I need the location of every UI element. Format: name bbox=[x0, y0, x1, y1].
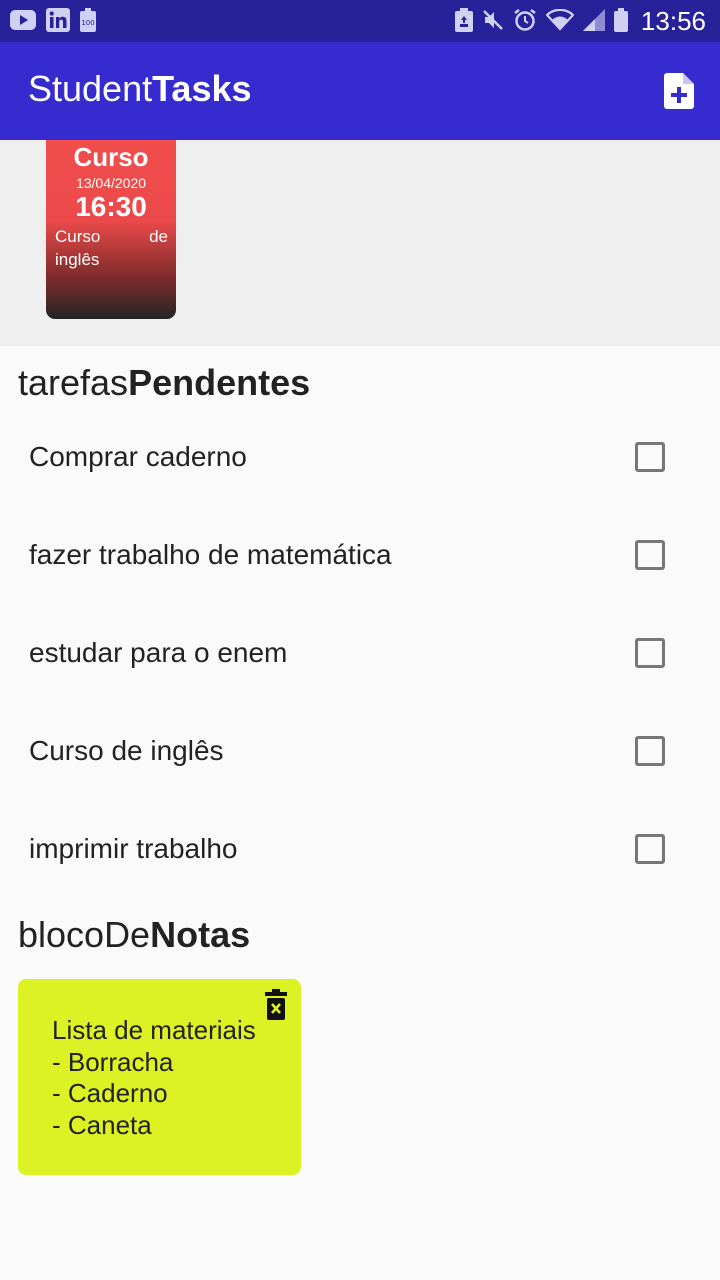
task-label: Curso de inglês bbox=[29, 735, 224, 766]
tasks-title-light: tarefas bbox=[18, 362, 129, 403]
task-label: estudar para o enem bbox=[29, 637, 288, 668]
delete-note-button[interactable] bbox=[265, 989, 287, 1020]
mute-icon bbox=[482, 9, 504, 35]
add-file-icon bbox=[664, 73, 694, 109]
task-row[interactable]: Curso de inglês bbox=[0, 702, 720, 800]
tasks-section-title: tarefasPendentes bbox=[18, 362, 310, 404]
add-file-button[interactable] bbox=[664, 73, 694, 109]
event-description: Curso de inglês bbox=[55, 227, 168, 269]
app-title-light: Student bbox=[28, 68, 153, 109]
task-row[interactable]: estudar para o enem bbox=[0, 604, 720, 702]
status-time: 13:56 bbox=[640, 6, 706, 36]
linkedin-icon bbox=[46, 8, 70, 36]
note-text: Lista de materiais - Borracha - Caderno … bbox=[52, 1015, 256, 1140]
alarm-icon bbox=[513, 8, 537, 36]
task-label: fazer trabalho de matemática bbox=[29, 539, 392, 570]
task-row[interactable]: Comprar caderno bbox=[0, 408, 720, 506]
battery-icon bbox=[613, 7, 628, 36]
task-label: Comprar caderno bbox=[29, 441, 247, 472]
signal-icon bbox=[582, 8, 605, 35]
note-card[interactable]: Lista de materiais - Borracha - Caderno … bbox=[18, 979, 301, 1175]
task-checkbox[interactable] bbox=[635, 540, 665, 570]
event-card[interactable]: Curso 13/04/2020 16:30 Curso de inglês bbox=[46, 140, 176, 319]
task-checkbox[interactable] bbox=[635, 442, 665, 472]
events-strip: Curso 13/04/2020 16:30 Curso de inglês bbox=[0, 140, 720, 346]
youtube-icon bbox=[10, 9, 36, 35]
task-checkbox[interactable] bbox=[635, 834, 665, 864]
app-bar: StudentTasks bbox=[0, 42, 720, 140]
event-title: Curso bbox=[73, 142, 149, 172]
wifi-icon bbox=[545, 8, 575, 35]
notes-section-title: blocoDeNotas bbox=[18, 914, 250, 956]
event-date: 13/04/2020 bbox=[75, 175, 147, 191]
tasks-title-bold: Pendentes bbox=[128, 362, 311, 403]
delete-icon bbox=[265, 989, 287, 1020]
recycle-icon bbox=[454, 7, 473, 36]
app-title: StudentTasks bbox=[28, 68, 252, 110]
task-row[interactable]: imprimir trabalho bbox=[0, 800, 720, 898]
task-label: imprimir trabalho bbox=[29, 833, 238, 864]
notes-title-light: blocoDe bbox=[18, 914, 151, 955]
task-row[interactable]: fazer trabalho de matemática bbox=[0, 506, 720, 604]
event-time: 16:30 bbox=[75, 191, 147, 222]
notes-title-bold: Notas bbox=[150, 914, 251, 955]
task-checkbox[interactable] bbox=[635, 736, 665, 766]
status-bar: 100 13:56 bbox=[0, 0, 720, 42]
app-title-bold: Tasks bbox=[152, 68, 252, 109]
battery-saver-icon: 100 bbox=[80, 8, 96, 36]
task-checkbox[interactable] bbox=[635, 638, 665, 668]
battery-saver-label: 100 bbox=[81, 19, 94, 27]
